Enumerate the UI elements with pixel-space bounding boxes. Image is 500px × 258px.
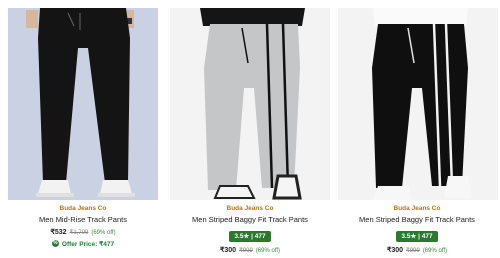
- offer-text: Offer Price: ₹477: [61, 241, 115, 248]
- rating-badge: 3.5★ | 477: [396, 231, 438, 242]
- product-image[interactable]: [338, 8, 498, 200]
- price: ₹532: [50, 229, 67, 236]
- pants-photo-icon: [8, 8, 158, 200]
- mrp: ₹1,799: [69, 230, 89, 236]
- rating-row: 3.5★ | 477: [166, 225, 334, 243]
- mrp: ₹999: [239, 248, 253, 254]
- pants-photo-icon: [338, 8, 498, 200]
- product-info: Buda Jeans Co Men Striped Baggy Fit Trac…: [334, 202, 500, 256]
- rating-badge: 3.5★ | 477: [229, 231, 271, 242]
- pants-photo-icon: [170, 8, 330, 200]
- mrp: ₹999: [406, 248, 420, 254]
- product-image[interactable]: [170, 8, 330, 200]
- brand-name: Buda Jeans Co: [59, 205, 107, 212]
- price: ₹300: [219, 247, 237, 254]
- product-info: Buda Jeans Co Men Striped Baggy Fit Trac…: [166, 202, 334, 256]
- product-image[interactable]: [8, 8, 158, 200]
- discount: (69% off): [422, 248, 448, 254]
- product-title[interactable]: Men Striped Baggy Fit Track Pants: [166, 214, 334, 225]
- price: ₹300: [386, 247, 404, 254]
- brand-name: Buda Jeans Co: [393, 205, 441, 212]
- offer-tag-icon: %: [51, 239, 59, 247]
- brand-name: Buda Jeans Co: [226, 205, 274, 212]
- discount: (69% off): [255, 248, 281, 254]
- product-title[interactable]: Men Striped Baggy Fit Track Pants: [334, 214, 500, 225]
- price-row: ₹300 ₹999 (69% off): [166, 246, 334, 256]
- offer-row: % Offer Price: ₹477: [0, 239, 166, 250]
- product-info: Buda Jeans Co Men Mid-Rise Track Pants ₹…: [0, 202, 166, 250]
- product-title[interactable]: Men Mid-Rise Track Pants: [0, 214, 166, 225]
- discount: (69% off): [91, 230, 116, 236]
- price-row: ₹300 ₹999 (69% off): [334, 246, 500, 256]
- rating-row: 3.5★ | 477: [334, 225, 500, 243]
- price-row: ₹532 ₹1,799 (69% off): [0, 228, 166, 238]
